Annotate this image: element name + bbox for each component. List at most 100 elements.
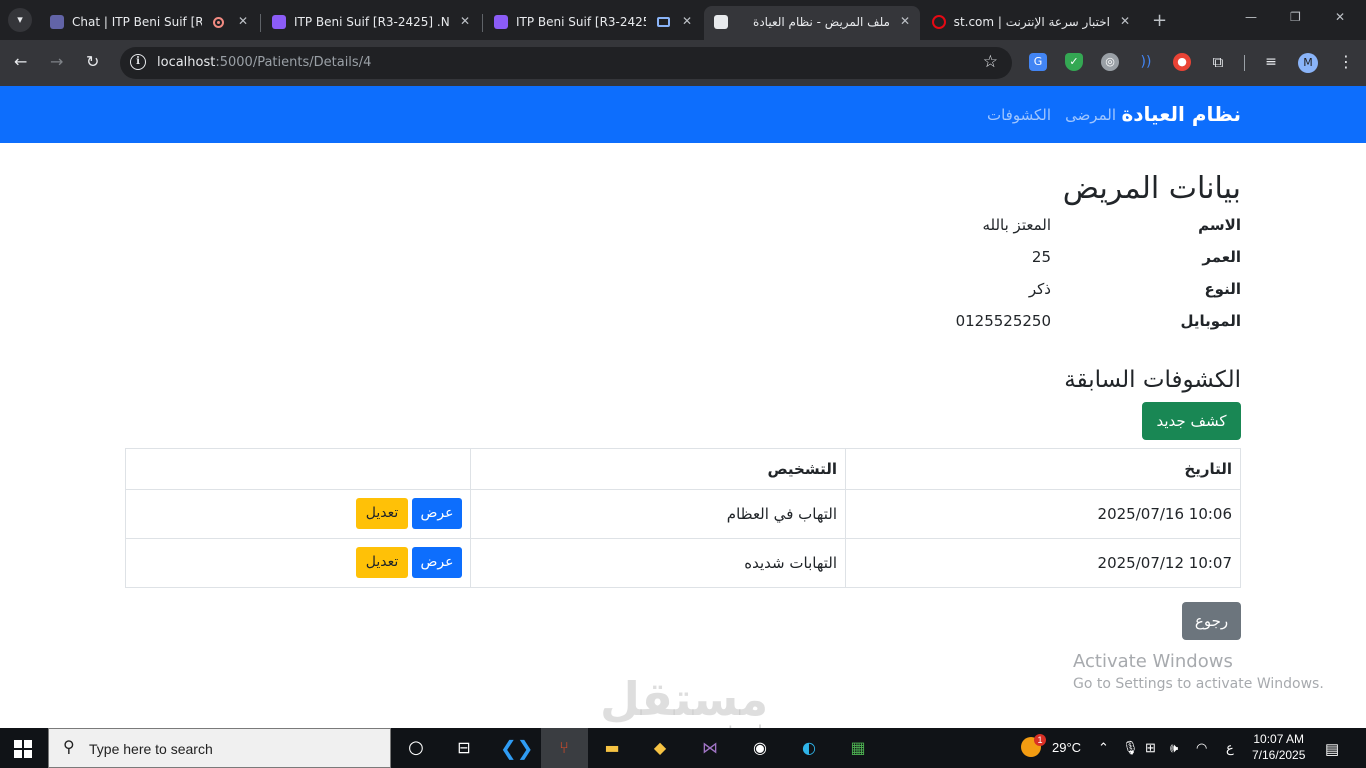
browser-toolbar: ← → ↻ i localhost:5000/Patients/Details/…: [0, 40, 1366, 86]
clock-time: 10:07 AM: [1253, 732, 1305, 746]
site-info-icon[interactable]: i: [130, 54, 146, 70]
restore-icon[interactable]: ❐: [1290, 10, 1301, 24]
field-value-name: المعتز بالله: [982, 216, 1051, 234]
visit-actions: عرض تعديل: [125, 538, 471, 588]
globe-extension-icon[interactable]: ◎: [1101, 53, 1119, 71]
windows-taskbar: ⚲ Type here to search ○ ⊟ ❮❯ ⑂ ▬ ◆ ⋈ ◉ ◐…: [0, 728, 1366, 768]
browser-tab[interactable]: ITP Beni Suif [R3-2425] .Net ✕: [484, 6, 702, 40]
bookmark-star-icon[interactable]: ☆: [983, 52, 998, 72]
translate-extension-icon[interactable]: G: [1029, 53, 1047, 71]
vscode-icon[interactable]: ❮❯: [500, 734, 534, 762]
cortana-icon[interactable]: ○: [402, 734, 430, 762]
volume-icon[interactable]: 🕪: [1170, 740, 1178, 756]
tab-title: Chat | ITP Beni Suif [R3-2: [72, 15, 202, 29]
toolbar-separator: [1244, 55, 1245, 71]
activate-windows-watermark: Activate Windows Go to Settings to activ…: [1073, 651, 1324, 692]
url-host: localhost: [157, 55, 216, 70]
app-brand[interactable]: نظام العيادة: [1121, 102, 1241, 126]
address-bar[interactable]: i localhost:5000/Patients/Details/4 ☆: [120, 47, 1012, 79]
back-button[interactable]: رجوع: [1182, 602, 1241, 640]
table-header-row: التاريخ التشخيص: [125, 448, 1241, 490]
browser-tab-active[interactable]: ملف المريض - نظام العيادة ✕: [704, 6, 920, 40]
network-icon[interactable]: ⊞: [1145, 740, 1156, 756]
column-header-actions: [125, 448, 471, 490]
forward-arrow-icon[interactable]: →: [50, 52, 63, 71]
url-path: :5000/Patients/Details/4: [215, 55, 372, 70]
media-control-icon[interactable]: ≡: [1262, 53, 1280, 71]
url-text[interactable]: localhost:5000/Patients/Details/4: [157, 55, 371, 70]
edge-icon[interactable]: ◐: [795, 734, 823, 762]
page-icon: [714, 15, 728, 29]
tab-separator: [260, 14, 261, 32]
visit-actions: عرض تعديل: [125, 489, 471, 539]
field-value-mobile: 0125525250: [955, 312, 1051, 330]
edit-visit-button[interactable]: تعديل: [356, 498, 408, 529]
search-icon: ⚲: [63, 737, 75, 756]
clock-date: 7/16/2025: [1252, 748, 1306, 762]
video-icon: [272, 15, 286, 29]
visits-table: التاريخ التشخيص 2025/07/16 10:06 التهاب …: [125, 448, 1241, 588]
wifi-icon[interactable]: ◠: [1196, 740, 1207, 756]
column-header-diagnosis: التشخيص: [470, 448, 846, 490]
windows-start-icon[interactable]: [14, 740, 32, 758]
microphone-icon[interactable]: 🎙: [1122, 740, 1139, 756]
extensions-puzzle-icon[interactable]: ⧉: [1209, 53, 1227, 71]
back-arrow-icon[interactable]: ←: [14, 52, 27, 71]
mostaql-watermark: مستقل: [600, 672, 769, 726]
cast-icon: [657, 17, 670, 27]
view-visit-button[interactable]: عرض: [412, 498, 462, 529]
tab-search-icon[interactable]: ▾: [8, 8, 32, 32]
previous-visits-title: الكشوفات السابقة: [1064, 367, 1241, 393]
new-visit-button[interactable]: كشف جديد: [1142, 402, 1241, 440]
taskbar-clock[interactable]: 10:07 AM 7/16/2025: [1252, 731, 1305, 763]
tab-title: ITP Beni Suif [R3-2425] .Net: [294, 15, 450, 29]
git-icon[interactable]: ⑂: [550, 734, 578, 762]
visual-studio-icon[interactable]: ⋈: [696, 734, 724, 762]
edit-visit-button[interactable]: تعديل: [356, 547, 408, 578]
sound-extension-icon[interactable]: )): [1137, 53, 1155, 71]
column-header-date: التاريخ: [845, 448, 1241, 490]
view-visit-button[interactable]: عرض: [412, 547, 462, 578]
table-row: 2025/07/16 10:06 التهاب في العظام عرض تع…: [125, 489, 1241, 539]
file-explorer-icon[interactable]: ▬: [598, 734, 626, 762]
input-language[interactable]: ع: [1226, 740, 1234, 756]
sql-server-icon[interactable]: ◆: [646, 734, 674, 762]
browser-tab[interactable]: اختبار سرعة الإنترنت | Fast.com ✕: [922, 6, 1140, 40]
calculator-icon[interactable]: ▦: [844, 734, 872, 762]
activate-windows-title: Activate Windows: [1073, 651, 1233, 672]
close-tab-icon[interactable]: ✕: [682, 14, 692, 28]
browser-menu-icon[interactable]: ⋮: [1338, 52, 1354, 71]
chrome-icon[interactable]: ◉: [746, 734, 774, 762]
app-navbar: نظام العيادة المرضى الكشوفات: [0, 86, 1366, 143]
close-tab-icon[interactable]: ✕: [238, 14, 248, 28]
visit-date: 2025/07/16 10:06: [845, 489, 1241, 539]
taskbar-search-placeholder: Type here to search: [89, 741, 213, 757]
recording-icon: [213, 17, 224, 28]
minimize-icon[interactable]: —: [1245, 10, 1257, 24]
close-window-icon[interactable]: ✕: [1335, 10, 1345, 24]
weather-temperature[interactable]: 29°C: [1052, 740, 1081, 755]
field-value-age: 25: [1031, 248, 1051, 266]
shield-extension-icon[interactable]: ✓: [1065, 53, 1083, 71]
page-title: بيانات المريض: [1062, 171, 1241, 206]
nav-patients[interactable]: المرضى: [1065, 106, 1116, 124]
reload-icon[interactable]: ↻: [86, 52, 99, 71]
browser-tab-strip: ▾ Chat | ITP Beni Suif [R3-2 ✕ ITP Beni …: [0, 0, 1366, 40]
record-extension-icon[interactable]: ●: [1173, 53, 1191, 71]
nav-visits[interactable]: الكشوفات: [987, 106, 1051, 124]
video-icon: [494, 15, 508, 29]
task-view-icon[interactable]: ⊟: [450, 734, 478, 762]
browser-tab[interactable]: Chat | ITP Beni Suif [R3-2 ✕: [40, 6, 258, 40]
notifications-icon[interactable]: ▤: [1325, 740, 1339, 758]
tray-chevron-icon[interactable]: ⌃: [1098, 740, 1109, 756]
field-label-name: الاسم: [1198, 216, 1241, 234]
tab-title: ملف المريض - نظام العيادة: [753, 15, 890, 29]
taskbar-search-box[interactable]: ⚲ Type here to search: [48, 728, 391, 768]
patient-details-page: بيانات المريض الاسم المعتز بالله العمر 2…: [125, 143, 1241, 728]
close-tab-icon[interactable]: ✕: [460, 14, 470, 28]
new-tab-icon[interactable]: +: [1152, 10, 1167, 31]
browser-tab[interactable]: ITP Beni Suif [R3-2425] .Net ✕: [262, 6, 480, 40]
close-tab-icon[interactable]: ✕: [900, 14, 910, 28]
close-tab-icon[interactable]: ✕: [1120, 14, 1130, 28]
profile-avatar[interactable]: M: [1298, 53, 1318, 73]
